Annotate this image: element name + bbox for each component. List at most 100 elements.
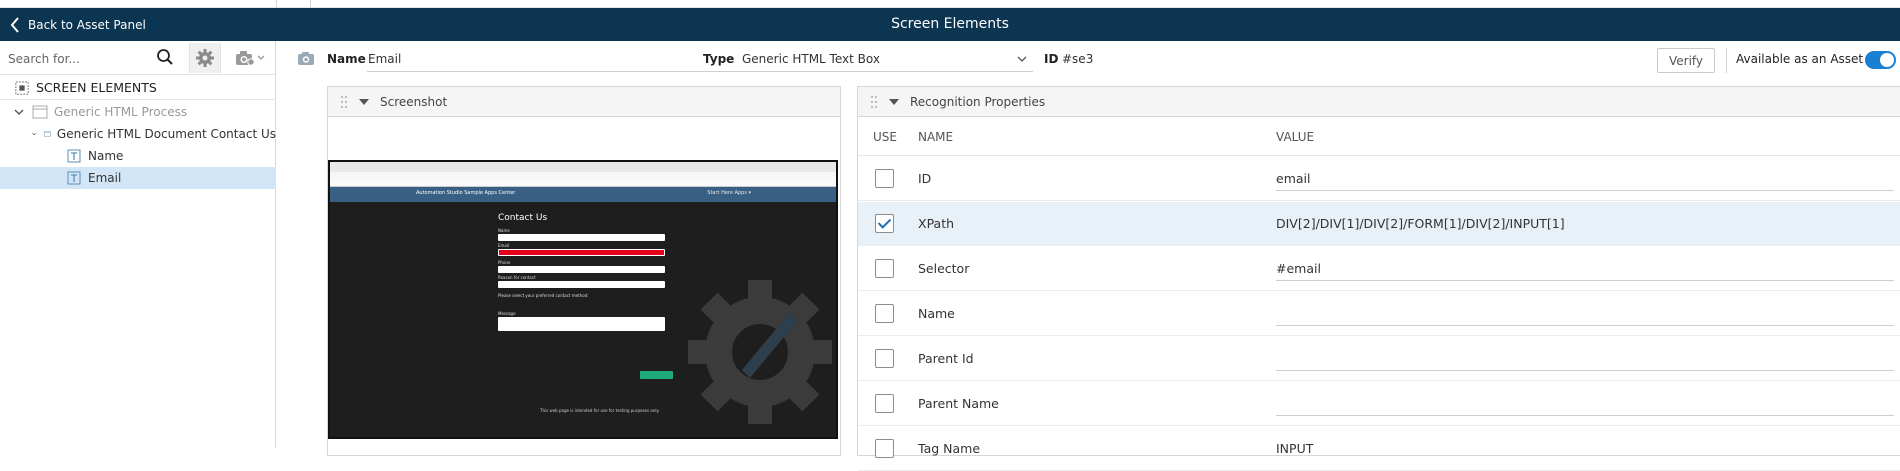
drag-handle-icon[interactable] bbox=[340, 95, 348, 109]
camera-icon[interactable] bbox=[297, 51, 315, 66]
name-underline bbox=[367, 71, 771, 72]
table-row: Name bbox=[858, 292, 1900, 336]
property-value[interactable]: #email bbox=[1276, 261, 1321, 276]
use-checkbox[interactable] bbox=[875, 169, 894, 188]
property-name: Parent Id bbox=[918, 351, 974, 366]
app-navbar: Automation Studio Sample Apps Center Sta… bbox=[330, 187, 836, 202]
tree-item-label: Name bbox=[88, 149, 124, 163]
column-header-use: USE bbox=[873, 130, 897, 144]
use-checkbox[interactable] bbox=[875, 259, 894, 278]
use-checkbox[interactable] bbox=[875, 349, 894, 368]
divider bbox=[1726, 48, 1727, 73]
recognition-properties-panel: Recognition Properties USE NAME VALUE ID… bbox=[857, 86, 1900, 471]
document-icon bbox=[44, 131, 51, 137]
form-label: Email bbox=[498, 243, 510, 248]
text-box-icon bbox=[67, 149, 81, 163]
search-icon[interactable] bbox=[156, 48, 174, 66]
tree-item-process[interactable]: Generic HTML Process bbox=[0, 101, 276, 123]
id-label: ID bbox=[1044, 52, 1059, 66]
capture-menu-button[interactable] bbox=[230, 43, 270, 73]
type-underline bbox=[739, 71, 1033, 72]
form-heading: Contact Us bbox=[498, 213, 548, 223]
form-label: Reason for contact bbox=[498, 275, 536, 280]
highlighted-email-input bbox=[498, 249, 665, 256]
tree-item-document[interactable]: Generic HTML Document Contact Us bbox=[0, 123, 276, 145]
type-label: Type bbox=[703, 52, 735, 66]
form-label: Please select your preferred contact met… bbox=[498, 293, 589, 298]
element-fields: Name Email Type Generic HTML Text Box ID… bbox=[277, 41, 1900, 79]
value-underline bbox=[1276, 370, 1894, 371]
text-box-icon bbox=[67, 171, 81, 185]
tree-root[interactable]: SCREEN ELEMENTS bbox=[0, 76, 276, 100]
chevron-down-icon[interactable] bbox=[14, 107, 24, 117]
app-nav-title: Automation Studio Sample Apps Center bbox=[416, 190, 516, 196]
table-row: Parent Name bbox=[858, 382, 1900, 426]
form-textarea bbox=[498, 317, 665, 331]
form-footer: This web page is intended for use for te… bbox=[540, 408, 660, 413]
verify-button[interactable]: Verify bbox=[1657, 48, 1715, 73]
property-name: XPath bbox=[918, 216, 955, 231]
screenshot-panel-header: Screenshot bbox=[328, 87, 840, 117]
main-content: Name Email Type Generic HTML Text Box ID… bbox=[277, 41, 1900, 471]
available-as-asset-label: Available as an Asset bbox=[1736, 52, 1864, 66]
recognition-panel-header: Recognition Properties bbox=[858, 87, 1900, 117]
form-submit bbox=[640, 371, 673, 379]
use-checkbox[interactable] bbox=[875, 304, 894, 323]
table-row: Parent Id bbox=[858, 337, 1900, 381]
collapse-toggle-icon[interactable] bbox=[359, 99, 369, 105]
form-label: Name bbox=[498, 228, 510, 233]
tree-item-label: Generic HTML Document Contact Us bbox=[56, 127, 276, 141]
column-header-name: NAME bbox=[918, 130, 954, 144]
panel-title: Recognition Properties bbox=[910, 95, 1046, 109]
title-bar: Back to Asset Panel Screen Elements bbox=[0, 8, 1900, 41]
search-input[interactable] bbox=[8, 50, 148, 67]
chevron-down-icon[interactable] bbox=[1017, 56, 1027, 63]
form-input bbox=[498, 266, 665, 273]
property-value[interactable]: INPUT bbox=[1276, 441, 1313, 456]
property-name: Name bbox=[918, 306, 955, 321]
form-select bbox=[498, 281, 665, 288]
divider bbox=[276, 0, 277, 8]
gear-icon bbox=[196, 49, 214, 67]
browser-tabs bbox=[330, 162, 836, 172]
screenshot-panel: Screenshot Automation Studio Sample Apps… bbox=[327, 86, 841, 456]
table-header: USE NAME VALUE bbox=[858, 117, 1900, 156]
property-name: Tag Name bbox=[918, 441, 981, 456]
id-value: #se3 bbox=[1062, 52, 1094, 66]
value-underline bbox=[1276, 280, 1894, 281]
available-as-asset-toggle[interactable] bbox=[1865, 51, 1896, 69]
property-name: Parent Name bbox=[918, 396, 999, 411]
settings-button[interactable] bbox=[189, 43, 221, 73]
element-tree: SCREEN ELEMENTS Generic HTML Process Gen… bbox=[0, 76, 276, 189]
table-row: XPath DIV[2]/DIV[1]/DIV[2]/FORM[1]/DIV[2… bbox=[858, 202, 1900, 246]
collapse-toggle-icon[interactable] bbox=[889, 99, 899, 105]
tree-item-email[interactable]: Email bbox=[0, 167, 276, 189]
sidebar: SCREEN ELEMENTS Generic HTML Process Gen… bbox=[0, 41, 276, 448]
search-row bbox=[0, 41, 276, 75]
chevron-down-icon[interactable] bbox=[32, 129, 36, 139]
tree-item-label: Generic HTML Process bbox=[54, 105, 188, 119]
name-field[interactable]: Email bbox=[368, 52, 401, 66]
property-value[interactable]: DIV[2]/DIV[1]/DIV[2]/FORM[1]/DIV[2]/INPU… bbox=[1276, 216, 1565, 231]
gear-brush-logo-icon bbox=[688, 280, 832, 424]
drag-handle-icon[interactable] bbox=[870, 95, 878, 109]
chevron-down-icon bbox=[257, 55, 265, 60]
process-icon bbox=[32, 105, 48, 119]
screenshot-thumbnail: Automation Studio Sample Apps Center Sta… bbox=[328, 160, 838, 439]
tree-root-label: SCREEN ELEMENTS bbox=[36, 80, 157, 95]
tree-item-name[interactable]: Name bbox=[0, 145, 276, 167]
property-value[interactable]: email bbox=[1276, 171, 1310, 186]
property-name: ID bbox=[918, 171, 932, 186]
value-underline bbox=[1276, 190, 1894, 191]
column-header-value: VALUE bbox=[1276, 130, 1315, 144]
app-nav-links: Start Here Apps ▾ bbox=[707, 190, 751, 196]
form-input bbox=[498, 234, 665, 241]
value-underline bbox=[1276, 415, 1894, 416]
camera-icon bbox=[236, 51, 255, 66]
type-select[interactable]: Generic HTML Text Box bbox=[742, 52, 880, 66]
use-checkbox[interactable] bbox=[875, 214, 894, 233]
use-checkbox[interactable] bbox=[875, 394, 894, 413]
browser-address-bar bbox=[330, 172, 836, 181]
use-checkbox[interactable] bbox=[875, 439, 894, 458]
top-strip bbox=[0, 0, 1900, 8]
